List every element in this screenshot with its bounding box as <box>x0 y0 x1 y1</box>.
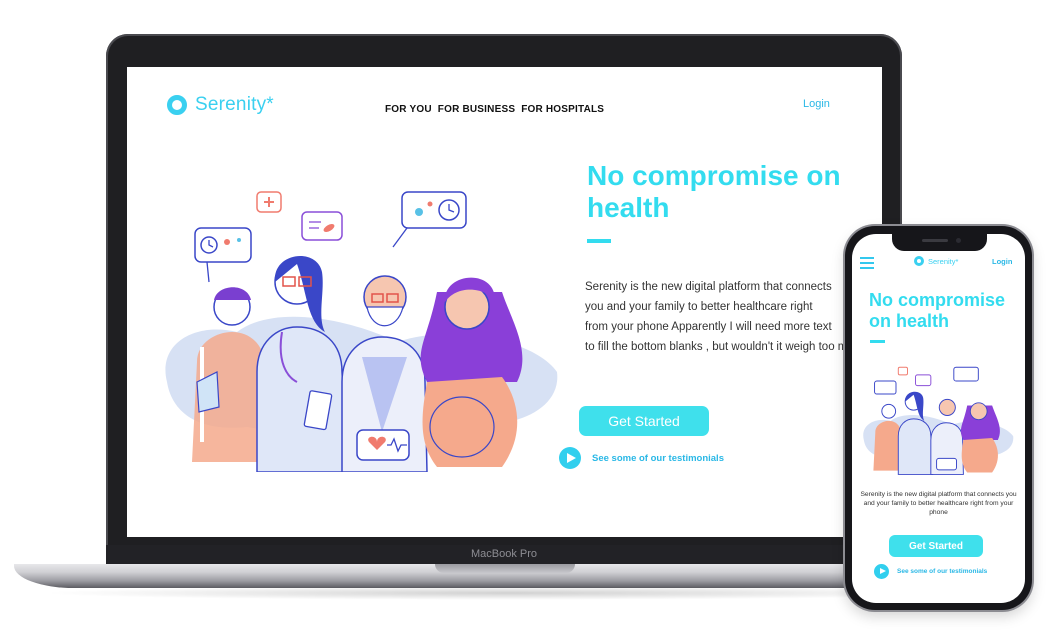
hero-title: No compromise on health <box>587 160 841 223</box>
nav-for-you[interactable]: FOR YOU <box>385 104 432 115</box>
main-nav: FOR YOU FOR BUSINESS FOR HOSPITALS <box>385 104 604 115</box>
mobile-testimonials-label: See some of our testimonials <box>897 568 988 575</box>
testimonials-label: See some of our testimonials <box>592 452 724 464</box>
login-link[interactable]: Login <box>803 98 830 110</box>
logo-ring-icon <box>914 256 924 266</box>
phone-screen: Serenity* Login No compromise on health … <box>852 234 1025 603</box>
logo-text: Serenity* <box>195 94 274 115</box>
hero-divider <box>587 239 611 243</box>
nav-for-hospitals[interactable]: FOR HOSPITALS <box>521 104 604 115</box>
heart-monitor <box>356 429 410 461</box>
phone-notch <box>892 234 987 251</box>
laptop-screen: Serenity* FOR YOU FOR BUSINESS FOR HOSPI… <box>127 67 882 537</box>
mobile-hero-description: Serenity is the new digital platform tha… <box>860 491 1017 516</box>
woman-figure <box>420 277 523 467</box>
mobile-logo-text: Serenity* <box>928 256 959 266</box>
clock-bubble-right <box>392 191 467 248</box>
boy-figure <box>192 287 267 462</box>
phone-camera <box>956 238 961 243</box>
pill-bubble <box>301 211 343 241</box>
mobile-family-illustration <box>863 366 1014 475</box>
mobile-login-link[interactable]: Login <box>992 257 1012 266</box>
play-icon[interactable] <box>874 564 889 579</box>
logo-ring-icon <box>167 95 187 115</box>
nav-for-business[interactable]: FOR BUSINESS <box>438 104 515 115</box>
family-doctor-illustration <box>165 191 558 472</box>
clock-bubble-left <box>194 227 252 283</box>
laptop-shadow <box>40 586 980 600</box>
mobile-hero-divider <box>870 340 885 343</box>
mobile-hero-title: No compromise on health <box>869 290 1006 331</box>
play-icon[interactable] <box>559 447 581 469</box>
doctor-figure <box>256 255 348 472</box>
mobile-testimonials-link[interactable]: See some of our testimonials <box>874 564 987 579</box>
phone-speaker <box>922 239 948 242</box>
get-started-button[interactable]: Get Started <box>579 406 709 436</box>
medical-cross-bubble <box>256 191 282 213</box>
mobile-get-started-button[interactable]: Get Started <box>889 535 983 557</box>
logo[interactable]: Serenity* <box>167 94 274 116</box>
testimonials-link[interactable]: See some of our testimonials <box>559 447 724 469</box>
laptop-notch <box>435 564 575 573</box>
hero-description: Serenity is the new digital platform tha… <box>585 281 853 353</box>
laptop-model-label: MacBook Pro <box>470 548 538 560</box>
mobile-logo[interactable]: Serenity* <box>914 256 958 266</box>
menu-icon[interactable] <box>860 257 874 272</box>
